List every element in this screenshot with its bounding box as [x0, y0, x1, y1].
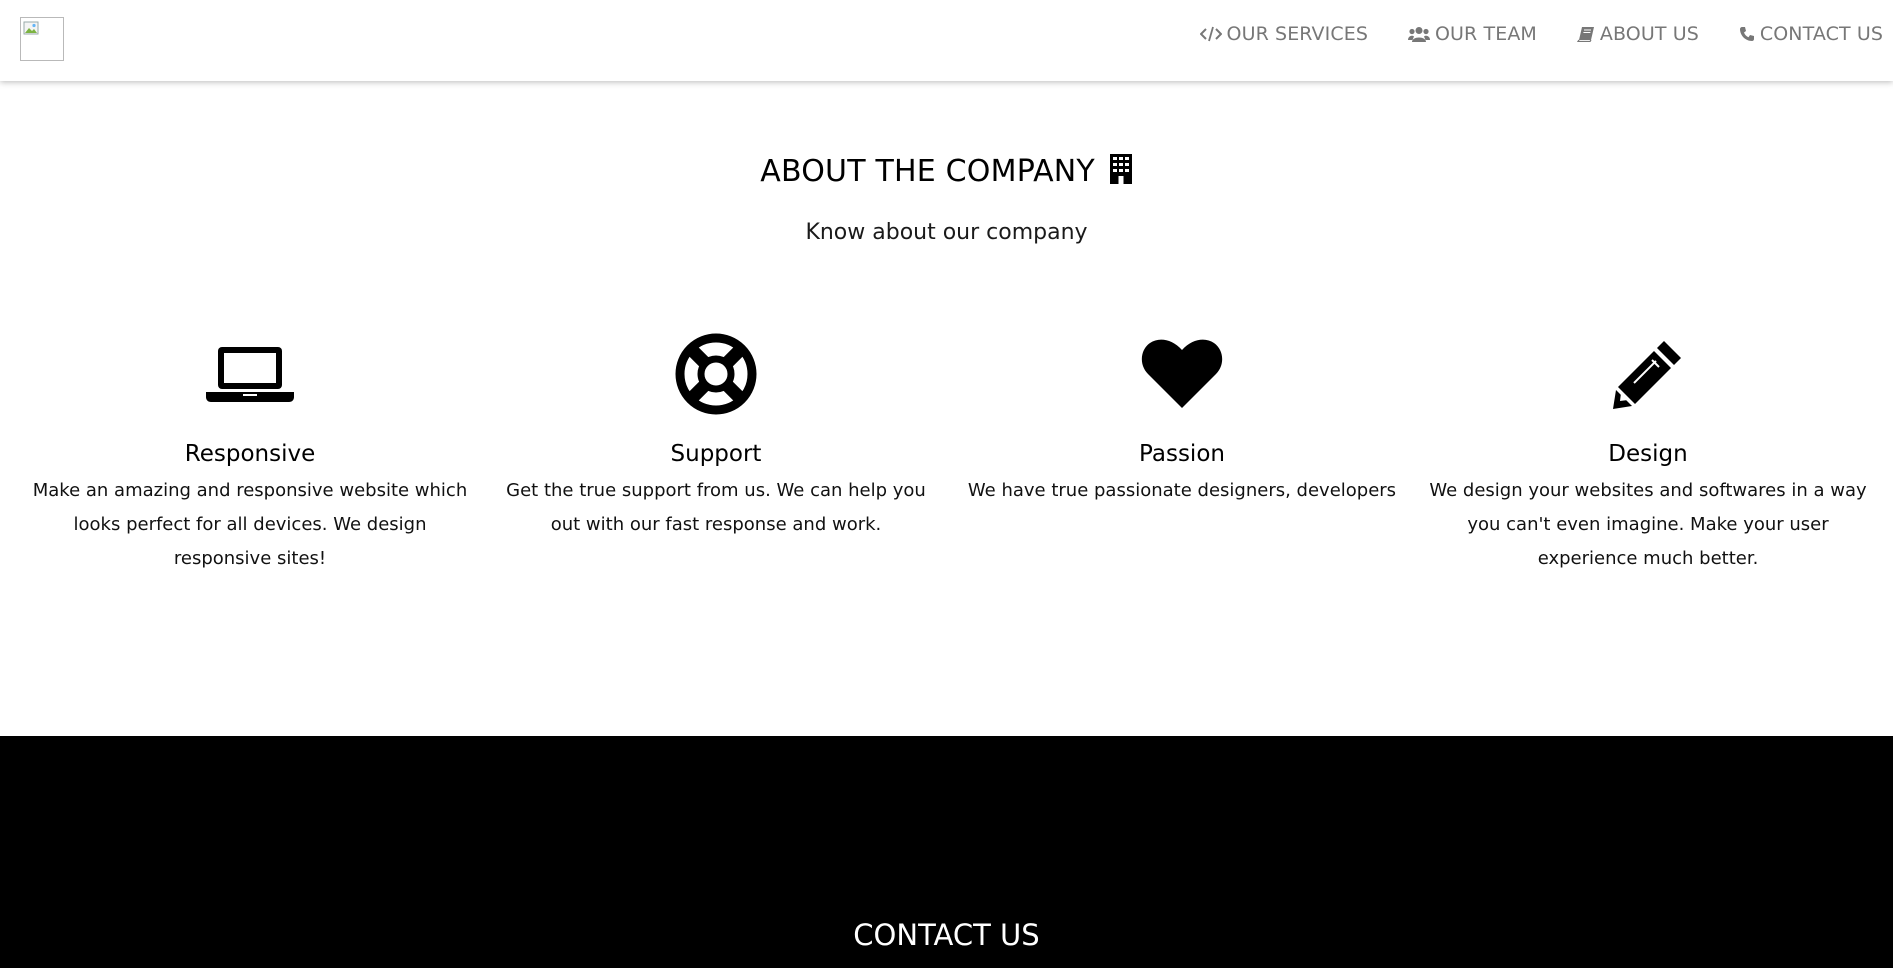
feature-text: We design your websites and softwares in…: [1429, 480, 1867, 569]
feature-text: Make an amazing and responsive website w…: [32, 480, 468, 569]
heart-icon: [1141, 339, 1223, 408]
feature-design: Design We design your websites and softw…: [1415, 332, 1881, 576]
nav-about-us[interactable]: ABOUT US: [1576, 22, 1699, 45]
phone-icon: [1739, 26, 1754, 41]
broken-image-icon: [23, 21, 39, 35]
feature-support: Support Get the true support from us. We…: [483, 332, 949, 542]
feature-title: Design: [1608, 441, 1688, 467]
logo-image[interactable]: [20, 17, 64, 61]
feature-text: We have true passionate designers, devel…: [967, 480, 1397, 501]
nav-about-us-label: ABOUT US: [1599, 22, 1699, 45]
about-heading: ABOUT THE COMPANY: [0, 154, 1893, 189]
contact-section: CONTACT US: [0, 736, 1893, 968]
nav-our-services-label: OUR SERVICES: [1226, 22, 1368, 45]
nav-contact-us[interactable]: CONTACT US: [1739, 23, 1883, 45]
laptop-icon: [206, 347, 294, 402]
nav-contact-us-label: CONTACT US: [1759, 22, 1883, 45]
nav-our-team-label: OUR TEAM: [1435, 22, 1537, 45]
feature-title: Responsive: [184, 441, 316, 467]
feature-passion: Passion We have true passionate designer…: [949, 332, 1415, 508]
nav-our-services[interactable]: OUR SERVICES: [1199, 22, 1368, 45]
life-ring-icon: [675, 333, 757, 415]
pencil-icon: [1613, 341, 1681, 409]
book-icon: [1576, 26, 1594, 42]
feature-responsive: Responsive Make an amazing and responsiv…: [17, 332, 483, 576]
users-icon: [1408, 26, 1430, 42]
about-title: ABOUT THE COMPANY: [760, 154, 1095, 189]
about-section: ABOUT THE COMPANY Know about our company…: [0, 81, 1893, 736]
nav-our-team[interactable]: OUR TEAM: [1408, 23, 1537, 45]
contact-title: CONTACT US: [853, 918, 1040, 952]
feature-title: Passion: [1139, 441, 1225, 467]
navbar: OUR SERVICES OUR TEAM ABOUT US CONTACT U…: [0, 0, 1893, 81]
feature-title: Support: [670, 441, 762, 467]
feature-text: Get the true support from us. We can hel…: [506, 480, 926, 535]
main-nav: OUR SERVICES OUR TEAM ABOUT US CONTACT U…: [1160, 0, 1883, 67]
code-icon: [1199, 26, 1222, 41]
about-subtitle: Know about our company: [805, 220, 1088, 245]
building-icon: [1109, 154, 1132, 184]
